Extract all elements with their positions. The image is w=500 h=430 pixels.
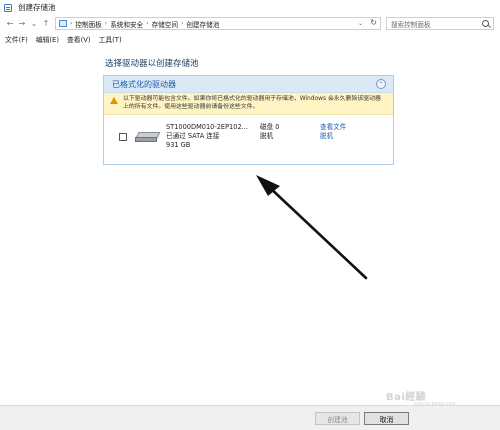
drive-connection: 已通过 SATA 连接 <box>166 132 220 140</box>
formatted-drives-panel: 已格式化的驱动器 ⌃ 以下驱动器可能包含文件。如果你将已格式化的驱动器用于存储池… <box>103 75 394 165</box>
warning-line-1: 以下驱动器可能包含文件。如果你将已格式化的驱动器用于存储池，Windows 会永… <box>123 96 381 102</box>
menu-tools[interactable]: 工具(T) <box>99 34 122 44</box>
footer-bar: 创建池 取消 <box>0 405 500 430</box>
watermark-logo: Bai經驗 <box>386 392 427 403</box>
window-title: 创建存储池 <box>18 3 56 12</box>
warning-line-2: 上的所有文件。使用这些驱动器前请备份这些文件。 <box>123 103 259 110</box>
drive-info: ST1000DM010-2EP102... 已通过 SATA 连接 931 GB <box>166 123 248 150</box>
title-bar: 创建存储池 <box>0 0 500 15</box>
chevron-right-icon: › <box>180 20 184 27</box>
panel-header[interactable]: 已格式化的驱动器 ⌃ <box>104 76 393 93</box>
control-panel-icon <box>59 20 67 27</box>
address-bar-row: ← → ⌄ ↑ › 控制面板 › 系统和安全 › 存储空间 › 创建存储池 ⌄ … <box>0 15 500 32</box>
search-input[interactable]: 搜索控制面板 <box>386 17 494 30</box>
back-arrow-icon[interactable]: ← <box>4 17 16 31</box>
menu-file[interactable]: 文件(F) <box>5 34 28 44</box>
chevron-right-icon: › <box>70 20 73 27</box>
disk-status: 脱机 <box>260 132 274 140</box>
address-dropdown-icon[interactable]: ⌄ <box>358 20 363 27</box>
search-icon[interactable] <box>482 20 489 27</box>
drive-row: ST1000DM010-2EP102... 已通过 SATA 连接 931 GB… <box>104 115 393 164</box>
storage-pool-icon <box>4 3 12 12</box>
menu-view[interactable]: 查看(V) <box>67 34 91 44</box>
recent-locations-chevron-icon[interactable]: ⌄ <box>28 17 40 31</box>
chevron-right-icon: › <box>104 20 108 27</box>
drive-checkbox[interactable] <box>119 133 127 141</box>
arrow-shaft <box>266 184 368 280</box>
cancel-button[interactable]: 取消 <box>364 412 409 425</box>
chevron-right-icon: › <box>146 20 149 27</box>
menu-bar: 文件(F) 编辑(E) 查看(V) 工具(T) <box>0 32 500 45</box>
warning-banner: 以下驱动器可能包含文件。如果你将已格式化的驱动器用于存储池，Windows 会永… <box>104 93 393 115</box>
breadcrumb-create-pool[interactable]: 创建存储池 <box>186 19 219 29</box>
drive-name: ST1000DM010-2EP102... <box>166 123 248 131</box>
drive-links: 查看文件 脱机 <box>320 123 346 141</box>
up-arrow-icon[interactable]: ↑ <box>40 17 52 31</box>
breadcrumb-storage-spaces[interactable]: 存储空间 <box>152 19 178 29</box>
panel-title: 已格式化的驱动器 <box>112 79 176 89</box>
forward-arrow-icon[interactable]: → <box>16 17 28 31</box>
breadcrumb-system-security[interactable]: 系统和安全 <box>110 19 143 29</box>
disk-number: 磁盘 0 <box>260 123 280 131</box>
page-title: 选择驱动器以创建存储池 <box>105 59 199 69</box>
warning-text: 以下驱动器可能包含文件。如果你将已格式化的驱动器用于存储池，Windows 会永… <box>123 96 381 111</box>
create-pool-button[interactable]: 创建池 <box>315 412 360 425</box>
address-box[interactable]: › 控制面板 › 系统和安全 › 存储空间 › 创建存储池 ⌄ ↻ <box>55 17 381 30</box>
collapse-chevron-icon[interactable]: ⌃ <box>376 79 386 89</box>
annotation-arrow <box>256 175 368 280</box>
warning-icon <box>110 97 118 104</box>
menu-edit[interactable]: 编辑(E) <box>36 34 59 44</box>
arrow-head <box>256 175 280 196</box>
offline-link[interactable]: 脱机 <box>320 132 346 141</box>
search-placeholder: 搜索控制面板 <box>391 20 431 29</box>
view-files-link[interactable]: 查看文件 <box>320 123 346 132</box>
breadcrumb-control-panel[interactable]: 控制面板 <box>75 19 101 29</box>
hard-drive-icon <box>135 132 161 143</box>
drive-size: 931 GB <box>166 141 191 149</box>
disk-info: 磁盘 0 脱机 <box>260 123 279 141</box>
refresh-icon[interactable]: ↻ <box>370 18 377 27</box>
